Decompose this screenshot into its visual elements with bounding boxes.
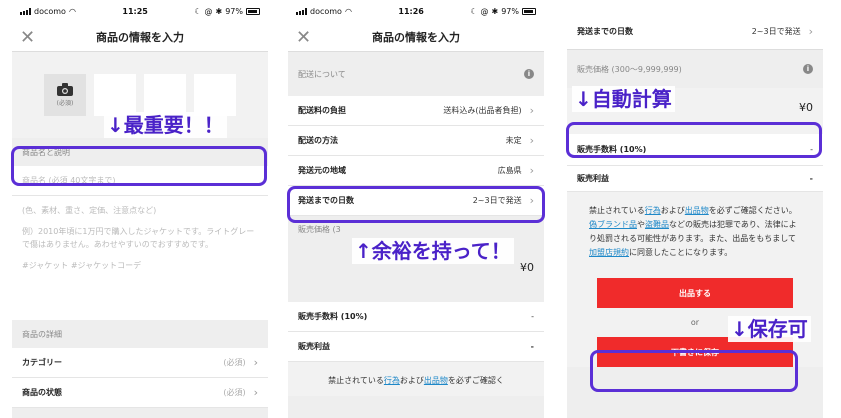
camera-required-label: (必須) [56,100,74,107]
nav-bar: ✕ 商品の情報を入力 [12,22,268,52]
chevron-right-icon: › [529,134,534,147]
chevron-right-icon: › [529,104,534,117]
annotation-can-save: ↓保存可 [728,316,811,342]
camera-icon [57,83,73,96]
highlight-days-to-ship [287,186,545,223]
product-description-input[interactable]: (色、素材、重さ、定価、注意点など) 例）2010年頃に1万円で購入したジャケッ… [12,196,268,320]
wifi-icon: ◠ [344,6,352,16]
battery-icon [246,7,260,15]
lock-rotation-icon: @ [480,6,489,16]
photo-slot[interactable] [194,74,236,116]
carrier-text: docomo [34,6,66,16]
ship-from-region-row[interactable]: 発送元の地域 広島県 › [288,156,544,186]
info-icon[interactable]: i [803,64,813,74]
signal-icon [296,7,307,15]
photo-slot[interactable] [144,74,186,116]
status-bar: docomo ◠ 11:26 ☾ @ ✱ 97% [288,0,544,22]
annotation-auto-calc: ↓自動計算 [572,86,675,112]
chevron-right-icon: › [253,356,258,369]
highlight-save-draft [590,350,798,392]
camera-button[interactable]: (必須) [44,74,86,116]
category-row[interactable]: カテゴリー (必須) › [12,348,268,378]
chevron-right-icon: › [529,164,534,177]
chevron-right-icon: › [808,25,813,38]
photo-slot[interactable] [94,74,136,116]
carrier-text: docomo [310,6,342,16]
page-title: 商品の情報を入力 [372,30,460,44]
moon-icon: ☾ [194,6,202,16]
prohibited-notice: 禁止されている行為および出品物を必ずご確認ください。偽ブランド品や盗難品などの販… [567,192,823,268]
prohibited-notice: 禁止されている行為および出品物を必ずご確認く [288,362,544,396]
battery-icon [522,7,536,15]
condition-row[interactable]: 商品の状態 (必須) › [12,378,268,408]
battery-percent: 97% [225,6,243,16]
price-value: ¥0 [799,101,813,114]
signal-icon [20,7,31,15]
fee-row: 販売手数料 (10%) - [288,302,544,332]
info-icon[interactable]: i [524,69,534,79]
profit-row: 販売利益 - [288,332,544,362]
profit-row: 販売利益 - [567,166,823,192]
link-terms[interactable]: 加盟店規約 [589,248,629,257]
close-icon[interactable]: ✕ [296,27,311,48]
price-value: ¥0 [520,261,534,274]
wifi-icon: ◠ [68,6,76,16]
battery-percent: 97% [501,6,519,16]
section-header-shipping: 配送について i [288,52,544,96]
bluetooth-icon: ✱ [491,6,499,16]
clock: 11:26 [398,6,424,16]
lock-rotation-icon: @ [204,6,213,16]
status-bar: docomo ◠ 11:25 ☾ @ ✱ 97% [12,0,268,22]
highlight-fee [566,122,822,158]
close-icon[interactable]: ✕ [20,27,35,48]
link-items[interactable]: 出品物 [685,206,709,215]
link-items[interactable]: 出品物 [424,376,448,385]
annotation-with-margin: ↑余裕を持って！ [352,238,514,264]
link-conduct[interactable]: 行為 [384,376,400,385]
highlight-product-name [11,146,267,186]
moon-icon: ☾ [470,6,478,16]
page-title: 商品の情報を入力 [96,30,184,44]
nav-bar: ✕ 商品の情報を入力 [288,22,544,52]
bluetooth-icon: ✱ [215,6,223,16]
phone-screen-1: docomo ◠ 11:25 ☾ @ ✱ 97% ✕ 商品の情報を入力 (必須) [12,0,268,418]
chevron-right-icon: › [253,386,258,399]
clock: 11:25 [122,6,148,16]
shipping-fee-row[interactable]: 配送料の負担 送料込み(出品者負担) › [288,96,544,126]
link-counterfeit[interactable]: 偽ブランド品 [589,220,637,229]
list-item-button[interactable]: 出品する [597,278,793,308]
link-conduct[interactable]: 行為 [645,206,661,215]
section-header-details: 商品の詳細 [12,320,268,348]
annotation-most-important: ↓最重要！！ [104,112,227,138]
days-to-ship-row[interactable]: 発送までの日数 2~3日で発送 › [567,14,823,50]
link-stolen[interactable]: 盗難品 [645,220,669,229]
section-header-price: 販売価格 (300～9,999,999) i [567,50,823,88]
shipping-method-row[interactable]: 配送の方法 未定 › [288,126,544,156]
